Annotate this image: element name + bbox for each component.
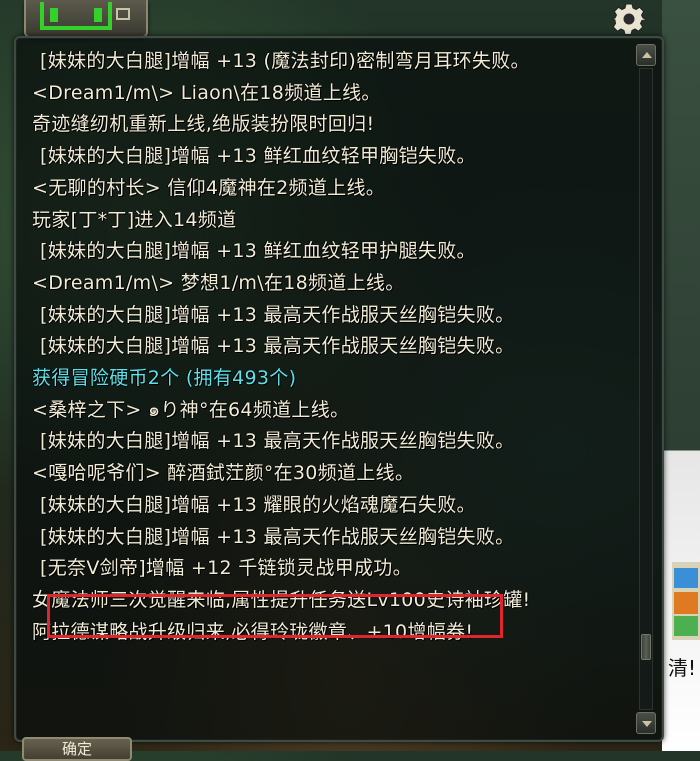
chat-message: [妹妹的大白腿]增幅 +13 最高天作战服天丝胸铠失败。 bbox=[40, 525, 515, 548]
chat-message: 奇迹缝纫机重新上线,绝版装扮限时回归! bbox=[32, 113, 375, 136]
chat-message: [妹妹的大白腿]增幅 +13 耀眼的火焰魂魔石失败。 bbox=[40, 493, 476, 516]
chat-message: [妹妹的大白腿]增幅 +13 鲜红血纹轻甲胸铠失败。 bbox=[40, 145, 476, 168]
chevron-down-icon bbox=[642, 721, 652, 727]
scroll-up-button[interactable] bbox=[636, 44, 656, 66]
window-icon bbox=[116, 8, 130, 20]
scroll-down-button[interactable] bbox=[636, 712, 656, 734]
highlighted-chat-message: [无奈V剑帝]增幅 +12 千链锁灵战甲成功。 bbox=[40, 557, 412, 580]
chat-message: <Dream1/m\> Liaon\在18频道上线。 bbox=[32, 81, 381, 104]
chat-message: [妹妹的大白腿]增幅 +13 (魔法封印)密制弯月耳环失败。 bbox=[40, 50, 530, 72]
side-window-label: 清! bbox=[668, 656, 697, 680]
scroll-track[interactable] bbox=[639, 68, 653, 710]
coin-reward-message: 获得冒险硬币2个 (拥有493个) bbox=[32, 367, 297, 390]
chat-message: [妹妹的大白腿]增幅 +13 最高天作战服天丝胸铠失败。 bbox=[40, 335, 515, 358]
green-tab-glyph-icon bbox=[40, 2, 112, 30]
chat-message: [妹妹的大白腿]增幅 +13 最高天作战服天丝胸铠失败。 bbox=[40, 430, 515, 453]
announcement-message: 女魔法师三次觉醒来临,属性提升任务送Lv100史诗袖珍罐! bbox=[32, 588, 531, 611]
chat-message: 玩家[丁*丁]进入14频道 bbox=[32, 208, 237, 231]
chevron-up-icon bbox=[642, 52, 652, 58]
chat-message: [妹妹的大白腿]增幅 +13 鲜红血纹轻甲护腿失败。 bbox=[40, 240, 476, 263]
chat-scrollbar[interactable] bbox=[636, 44, 656, 734]
chat-message: [妹妹的大白腿]增幅 +13 最高天作战服天丝胸铠失败。 bbox=[40, 303, 515, 326]
gear-icon[interactable] bbox=[612, 2, 646, 36]
chat-message: <无聊的村长> 信仰4魔神在2频道上线。 bbox=[32, 176, 386, 199]
chat-message-list: [妹妹的大白腿]增幅 +13 (魔法封印)密制弯月耳环失败。 <Dream1/m… bbox=[32, 46, 632, 648]
bottom-action-button[interactable]: 确定 bbox=[22, 737, 132, 761]
chat-message: <嘎哈呢爷们> 醉酒鉽茳颜°在30频道上线。 bbox=[32, 462, 415, 485]
chat-tab[interactable] bbox=[24, 0, 148, 38]
scroll-thumb[interactable] bbox=[641, 634, 651, 660]
chat-panel: [妹妹的大白腿]增幅 +13 (魔法封印)密制弯月耳环失败。 <Dream1/m… bbox=[14, 36, 664, 742]
chat-message: <Dream1/m\> 梦想1/m\在18频道上线。 bbox=[32, 271, 405, 294]
app-thumbnail-icon bbox=[672, 562, 700, 640]
announcement-message: 阿拉德谋略战升级归来,必得玲珑徽章、+10增幅券! bbox=[32, 620, 474, 643]
chat-message: <桑梓之下> ๑り神°在64频道上线。 bbox=[32, 398, 350, 421]
